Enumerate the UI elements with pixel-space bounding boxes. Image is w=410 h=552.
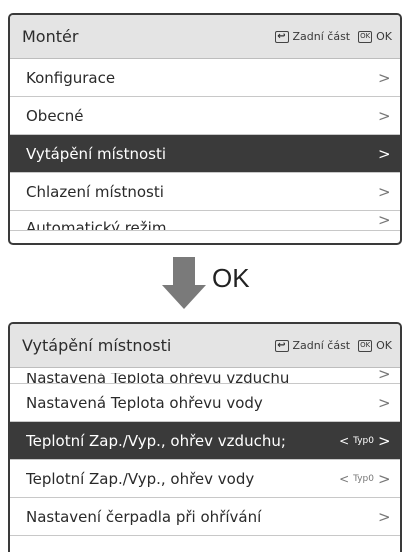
- chevron-right-icon: >: [378, 431, 391, 450]
- back-hint[interactable]: ↩ Zadní část: [274, 339, 351, 352]
- ok-hint[interactable]: OK OK: [358, 30, 392, 43]
- value-text: Typ0: [353, 435, 374, 446]
- chevron-right-icon: >: [378, 106, 391, 125]
- chevron-left-icon: <: [339, 433, 350, 448]
- menu-item-label: Nastavená Teplota ohřevu vzduchu: [26, 373, 290, 383]
- chevron-right-icon: >: [378, 211, 391, 229]
- ok-hint[interactable]: OK OK: [358, 339, 392, 352]
- menu-item-label: Konfigurace: [26, 68, 116, 87]
- menu-item-chlazeni-mistnosti[interactable]: Chlazení místnosti >: [10, 173, 400, 211]
- menu-item-teplotni-zapvyp-vzduch[interactable]: Teplotní Zap./Vyp., ohřev vzduchu; < Typ…: [10, 422, 400, 460]
- back-hint-label: Zadní část: [292, 30, 351, 43]
- ok-key-icon: OK: [358, 339, 373, 352]
- transition-label: OK: [212, 263, 250, 293]
- menu-item-konfigurace[interactable]: Konfigurace >: [10, 59, 400, 97]
- value-text: Typ0: [353, 473, 374, 484]
- screen-title: Vytápění místnosti: [22, 336, 172, 355]
- chevron-left-icon: <: [339, 471, 350, 486]
- menu-screen-monter: Montér ↩ Zadní část OK OK Konfigurace > …: [8, 13, 402, 245]
- down-arrow-icon: [173, 257, 195, 285]
- menu-item-label: Nastavená Teplota ohřevu vody: [26, 393, 263, 412]
- down-arrow-head: [162, 285, 206, 309]
- ok-key-icon: OK: [358, 30, 373, 43]
- menu-item-label: Teplotní Zap./Vyp., ohřev vzduchu;: [26, 431, 286, 450]
- back-hint-label: Zadní část: [292, 339, 351, 352]
- chevron-right-icon: >: [378, 68, 391, 87]
- menu-item-nastavena-teplota-vody[interactable]: Nastavená Teplota ohřevu vody >: [10, 384, 400, 422]
- back-key-icon: ↩: [274, 339, 289, 352]
- menu-screen-vytapeni: Vytápění místnosti ↩ Zadní část OK OK Na…: [8, 322, 402, 552]
- chevron-right-icon: >: [378, 393, 391, 412]
- chevron-right-icon: >: [378, 144, 391, 163]
- transition-indicator: OK: [0, 245, 410, 322]
- screen-header: Vytápění místnosti ↩ Zadní část OK OK: [10, 324, 400, 368]
- chevron-right-icon: >: [378, 469, 391, 488]
- chevron-right-icon: >: [378, 368, 391, 383]
- back-hint[interactable]: ↩ Zadní část: [274, 30, 351, 43]
- chevron-right-icon: >: [378, 182, 391, 201]
- ok-hint-label: OK: [376, 30, 392, 43]
- value-selector[interactable]: < Typ0: [339, 434, 374, 448]
- menu-item-label: Nastavení čerpadla při ohřívání: [26, 507, 262, 526]
- menu-item-nastavena-teplota-vzduchu[interactable]: Nastavená Teplota ohřevu vzduchu >: [10, 368, 400, 384]
- menu-item-automaticky-rezim[interactable]: Automatický režim >: [10, 211, 400, 231]
- ok-hint-label: OK: [376, 339, 392, 352]
- back-key-icon: ↩: [274, 30, 289, 43]
- menu-item-label: Teplotní Zap./Vyp., ohřev vody: [26, 469, 255, 488]
- menu-item-nastaveni-cerpadla[interactable]: Nastavení čerpadla při ohřívání >: [10, 498, 400, 536]
- menu-item-teplotni-zapvyp-voda[interactable]: Teplotní Zap./Vyp., ohřev vody < Typ0 >: [10, 460, 400, 498]
- value-selector[interactable]: < Typ0: [339, 472, 374, 486]
- menu-item-label: Automatický režim: [26, 219, 167, 231]
- menu-item-label: Chlazení místnosti: [26, 182, 164, 201]
- menu-item-label: Vytápění místnosti: [26, 144, 167, 163]
- screen-header: Montér ↩ Zadní část OK OK: [10, 15, 400, 59]
- menu-item-obecne[interactable]: Obecné >: [10, 97, 400, 135]
- screen-title: Montér: [22, 27, 79, 46]
- menu-item-label: Obecné: [26, 106, 84, 125]
- chevron-right-icon: >: [378, 507, 391, 526]
- menu-item-vytapeni-mistnosti[interactable]: Vytápění místnosti >: [10, 135, 400, 173]
